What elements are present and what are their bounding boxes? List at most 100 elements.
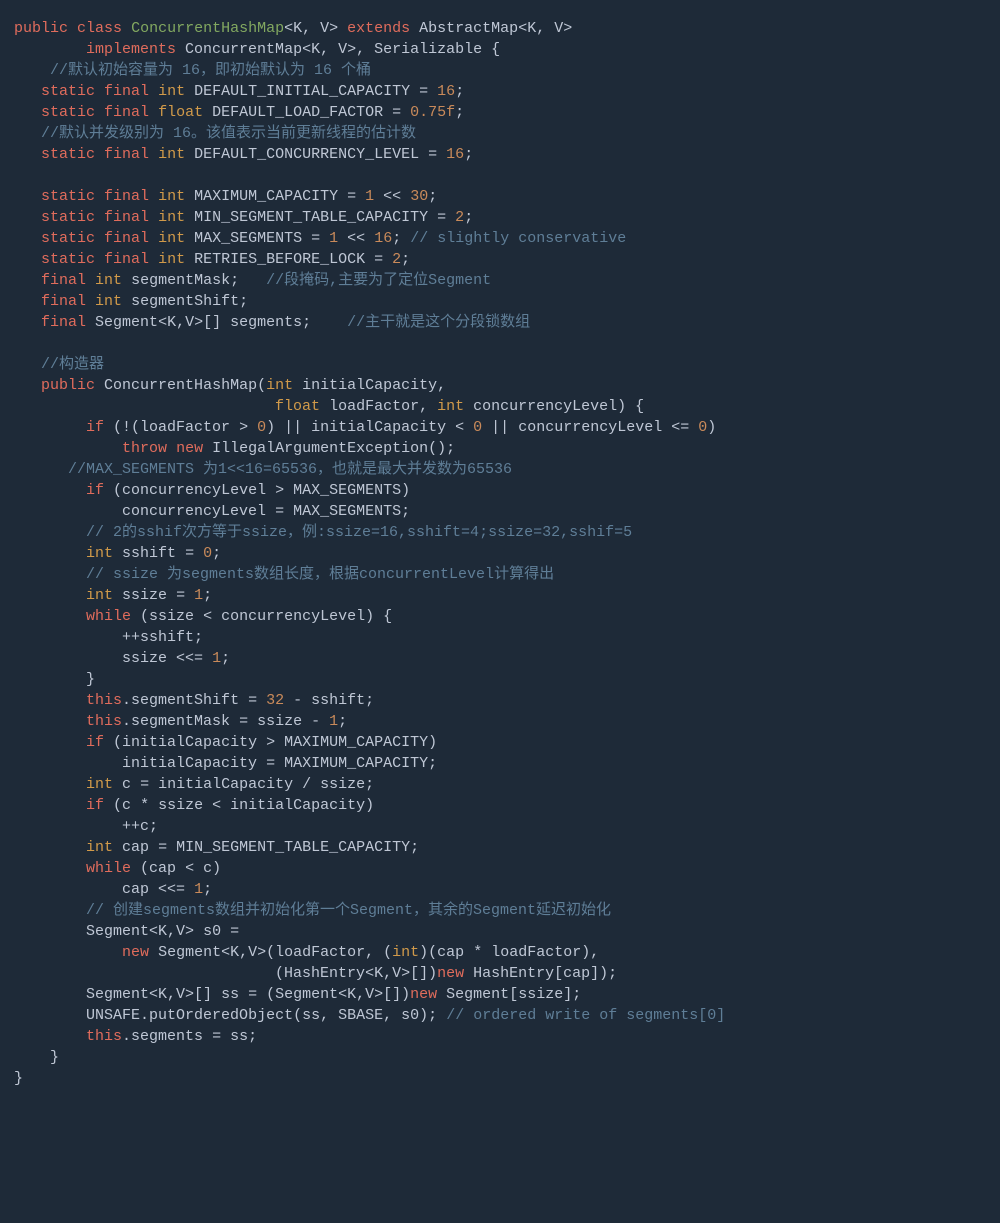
comment: // 创建segments数组并初始化第一个Segment，其余的Segment… xyxy=(86,902,611,919)
id: loadFactor xyxy=(329,398,419,415)
kw-int: int xyxy=(158,188,185,205)
id: MAX_SEGMENTS xyxy=(194,230,302,247)
comment: // ordered write of segments[0] xyxy=(446,1007,725,1024)
kw-int: int xyxy=(158,251,185,268)
id: sshift xyxy=(122,545,176,562)
num: 1 xyxy=(329,230,338,247)
line: } xyxy=(14,1070,23,1087)
line: int ssize = 1; xyxy=(14,587,212,604)
kw-int: int xyxy=(266,377,293,394)
generic: <K,V> xyxy=(338,986,383,1003)
generic: <K, V> xyxy=(284,20,338,37)
kw-implements: implements xyxy=(86,41,176,58)
line: int c = initialCapacity / ssize; xyxy=(14,776,374,793)
kw-this: this xyxy=(86,1028,122,1045)
generic: <K,V> xyxy=(149,923,194,940)
id: MIN_SEGMENT_TABLE_CAPACITY xyxy=(194,209,428,226)
id: segmentShift xyxy=(131,293,239,310)
num: 16 xyxy=(374,230,392,247)
id: ssize xyxy=(518,986,563,1003)
kw-final: final xyxy=(41,272,86,289)
line: while (cap < c) xyxy=(14,860,221,877)
kw-static: static xyxy=(41,83,95,100)
line: this.segments = ss; xyxy=(14,1028,257,1045)
line: while (ssize < concurrencyLevel) { xyxy=(14,608,392,625)
id: cap xyxy=(563,965,590,982)
num: 1 xyxy=(365,188,374,205)
comment: //构造器 xyxy=(41,356,104,373)
num: 1 xyxy=(212,650,221,667)
kw-int: int xyxy=(437,398,464,415)
line: //默认初始容量为 16，即初始默认为 16 个桶 xyxy=(14,62,371,79)
line: if (!(loadFactor > 0) || initialCapacity… xyxy=(14,419,716,436)
id: cap xyxy=(122,839,149,856)
id: concurrencyLevel xyxy=(473,398,617,415)
id: ssize xyxy=(257,713,302,730)
line: ++sshift; xyxy=(14,629,203,646)
kw-int: int xyxy=(158,83,185,100)
cls-segment: Segment xyxy=(275,986,338,1003)
id: concurrencyLevel xyxy=(518,419,662,436)
line: if (initialCapacity > MAXIMUM_CAPACITY) xyxy=(14,734,437,751)
id: cap xyxy=(437,944,464,961)
comment: // ssize 为segments数组长度，根据concurrentLevel… xyxy=(86,566,554,583)
line: new Segment<K,V>(loadFactor, (int)(cap *… xyxy=(14,944,599,961)
cls-serializable: Serializable xyxy=(374,41,482,58)
id: initialCapacity xyxy=(230,797,365,814)
kw-static: static xyxy=(41,146,95,163)
id: DEFAULT_LOAD_FACTOR xyxy=(212,104,383,121)
line: throw new IllegalArgumentException(); xyxy=(14,440,455,457)
id: ss xyxy=(221,986,239,1003)
line: final Segment<K,V>[] segments; //主干就是这个分… xyxy=(14,314,530,331)
id: ssize xyxy=(122,650,167,667)
kw-if: if xyxy=(86,419,104,436)
line: // 创建segments数组并初始化第一个Segment，其余的Segment… xyxy=(14,902,611,919)
line: int cap = MIN_SEGMENT_TABLE_CAPACITY; xyxy=(14,839,419,856)
num: 2 xyxy=(392,251,401,268)
id: sshift xyxy=(311,692,365,709)
line: int sshift = 0; xyxy=(14,545,221,562)
num: 1 xyxy=(194,881,203,898)
comment: //MAX_SEGMENTS 为1<<16=65536，也就是最大并发数为655… xyxy=(68,461,512,478)
num: 0.75f xyxy=(410,104,455,121)
id: cap xyxy=(122,881,149,898)
id: MAXIMUM_CAPACITY xyxy=(284,734,428,751)
line: ssize <<= 1; xyxy=(14,650,230,667)
id: MAXIMUM_CAPACITY xyxy=(284,755,428,772)
id: SBASE xyxy=(338,1007,383,1024)
num: 1 xyxy=(194,587,203,604)
line: static final int MIN_SEGMENT_TABLE_CAPAC… xyxy=(14,209,473,226)
num: 0 xyxy=(257,419,266,436)
id: ss xyxy=(302,1007,320,1024)
generic: <K,V> xyxy=(221,944,266,961)
kw-final: final xyxy=(41,314,86,331)
cls-name: ConcurrentHashMap xyxy=(131,20,284,37)
kw-int: int xyxy=(95,293,122,310)
line: concurrencyLevel = MAX_SEGMENTS; xyxy=(14,503,410,520)
line: // ssize 为segments数组长度，根据concurrentLevel… xyxy=(14,566,554,583)
line: UNSAFE.putOrderedObject(ss, SBASE, s0); … xyxy=(14,1007,725,1024)
generic: <K, V> xyxy=(302,41,356,58)
line: if (concurrencyLevel > MAX_SEGMENTS) xyxy=(14,482,410,499)
generic: <K,V> xyxy=(365,965,410,982)
id: c xyxy=(203,860,212,877)
id: segments xyxy=(131,1028,203,1045)
comment: //默认并发级别为 16。该值表示当前更新线程的估计数 xyxy=(41,125,416,142)
line: static final int MAX_SEGMENTS = 1 << 16;… xyxy=(14,230,626,247)
id: MAX_SEGMENTS xyxy=(293,482,401,499)
line: static final float DEFAULT_LOAD_FACTOR =… xyxy=(14,104,464,121)
num: 2 xyxy=(455,209,464,226)
id: segmentShift xyxy=(131,692,239,709)
id: segmentMask xyxy=(131,272,230,289)
ctor: ConcurrentHashMap xyxy=(104,377,257,394)
kw-public: public xyxy=(41,377,95,394)
line: Segment<K,V> s0 = xyxy=(14,923,239,940)
id: MAX_SEGMENTS xyxy=(293,503,401,520)
line: public ConcurrentHashMap(int initialCapa… xyxy=(14,377,446,394)
kw-float: float xyxy=(158,104,203,121)
id: putOrderedObject xyxy=(149,1007,293,1024)
cls-hashentry: HashEntry xyxy=(284,965,365,982)
line: } xyxy=(14,671,95,688)
cls-unsafe: UNSAFE xyxy=(86,1007,140,1024)
line: initialCapacity = MAXIMUM_CAPACITY; xyxy=(14,755,437,772)
